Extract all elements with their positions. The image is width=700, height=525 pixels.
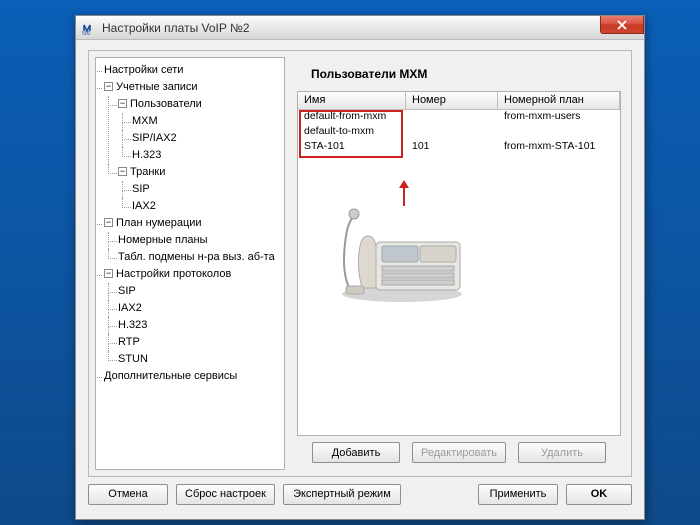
tree-item-p-sip[interactable]: SIP: [118, 285, 136, 297]
dialog-button-bar: Отмена Сброс настроек Экспертный режим П…: [88, 481, 632, 507]
nav-tree[interactable]: Настройки сети −Учетные записи −Пользова…: [95, 57, 285, 470]
tree-item-numplans[interactable]: Номерные планы: [118, 234, 208, 246]
cell-name: default-to-mxm: [298, 125, 406, 140]
window-title: Настройки платы VoIP №2: [102, 21, 250, 35]
tree-item-sip[interactable]: SIP: [132, 183, 150, 195]
tree-item-h323[interactable]: H.323: [132, 149, 161, 161]
tree-item-p-iax2[interactable]: IAX2: [118, 302, 142, 314]
tree-item-network[interactable]: Настройки сети: [104, 64, 183, 76]
cancel-button[interactable]: Отмена: [88, 484, 168, 505]
col-header-plan[interactable]: Номерной план: [498, 92, 620, 109]
tree-item-accounts[interactable]: Учетные записи: [116, 81, 198, 93]
cell-number: [406, 110, 498, 125]
grid-header: Имя Номер Номерной план: [298, 92, 620, 110]
tree-item-subst[interactable]: Табл. подмены н-ра выз. аб-та: [118, 251, 275, 263]
content-panel: Пользователи MXM Имя Номер Номерной план…: [293, 57, 625, 470]
expert-mode-button[interactable]: Экспертный режим: [283, 484, 401, 505]
cell-number: [406, 125, 498, 140]
close-button[interactable]: [600, 16, 644, 34]
table-row[interactable]: STA-101 101 from-mxm-STA-101: [298, 140, 620, 155]
svg-text:500: 500: [82, 31, 91, 35]
titlebar[interactable]: 500 Настройки платы VoIP №2: [76, 16, 644, 40]
app-logo: 500: [82, 21, 96, 35]
users-grid[interactable]: Имя Номер Номерной план default-from-mxm…: [297, 91, 621, 436]
tree-item-protocols[interactable]: Настройки протоколов: [116, 268, 231, 280]
cell-plan: from-mxm-STA-101: [498, 140, 620, 155]
apply-button[interactable]: Применить: [478, 484, 558, 505]
table-row[interactable]: default-from-mxm from-mxm-users: [298, 110, 620, 125]
panel-button-bar: Добавить Редактировать Удалить: [297, 442, 621, 466]
cell-plan: [498, 125, 620, 140]
grid-body: default-from-mxm from-mxm-users default-…: [298, 110, 620, 155]
tree-item-sipiax2[interactable]: SIP/IAX2: [132, 132, 177, 144]
edit-button[interactable]: Редактировать: [412, 442, 506, 463]
add-button[interactable]: Добавить: [312, 442, 400, 463]
col-header-name[interactable]: Имя: [298, 92, 406, 109]
client-area: Настройки сети −Учетные записи −Пользова…: [84, 46, 636, 511]
expander-icon[interactable]: −: [118, 99, 127, 108]
settings-window: 500 Настройки платы VoIP №2 Настройки се…: [75, 15, 645, 520]
annotation-arrow-icon: [398, 180, 410, 209]
tree-item-extra[interactable]: Дополнительные сервисы: [104, 370, 237, 382]
delete-button[interactable]: Удалить: [518, 442, 606, 463]
expander-icon[interactable]: −: [104, 82, 113, 91]
expander-icon[interactable]: −: [104, 269, 113, 278]
tree-item-mxm[interactable]: MXM: [132, 115, 158, 127]
cell-plan: from-mxm-users: [498, 110, 620, 125]
phone-illustration: [332, 206, 472, 306]
tree-item-trunks[interactable]: Транки: [130, 166, 165, 178]
cell-name: default-from-mxm: [298, 110, 406, 125]
table-row[interactable]: default-to-mxm: [298, 125, 620, 140]
inner-frame: Настройки сети −Учетные записи −Пользова…: [88, 50, 632, 477]
tree-item-p-stun[interactable]: STUN: [118, 353, 148, 365]
cell-number: 101: [406, 140, 498, 155]
close-icon: [617, 20, 627, 30]
cell-name: STA-101: [298, 140, 406, 155]
ok-button[interactable]: OK: [566, 484, 632, 505]
tree-item-users[interactable]: Пользователи: [130, 98, 202, 110]
tree-item-dialplan[interactable]: План нумерации: [116, 217, 202, 229]
tree-item-p-h323[interactable]: H.323: [118, 319, 147, 331]
reset-button[interactable]: Сброс настроек: [176, 484, 275, 505]
col-header-number[interactable]: Номер: [406, 92, 498, 109]
expander-icon[interactable]: −: [118, 167, 127, 176]
tree-item-p-rtp[interactable]: RTP: [118, 336, 140, 348]
expander-icon[interactable]: −: [104, 218, 113, 227]
panel-title: Пользователи MXM: [293, 57, 625, 89]
tree-item-iax2[interactable]: IAX2: [132, 200, 156, 212]
